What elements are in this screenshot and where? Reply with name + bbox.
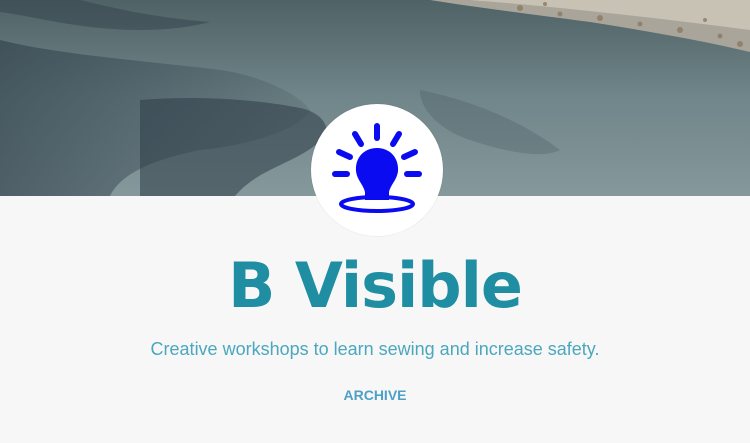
archive-link-container: ARCHIVE (0, 386, 750, 404)
archive-link[interactable]: ARCHIVE (343, 387, 406, 403)
blog-title[interactable]: B Visible (0, 248, 750, 324)
blog-avatar[interactable] (311, 104, 443, 236)
beacon-light-icon (332, 123, 422, 213)
blog-description: Creative workshops to learn sewing and i… (150, 339, 600, 359)
